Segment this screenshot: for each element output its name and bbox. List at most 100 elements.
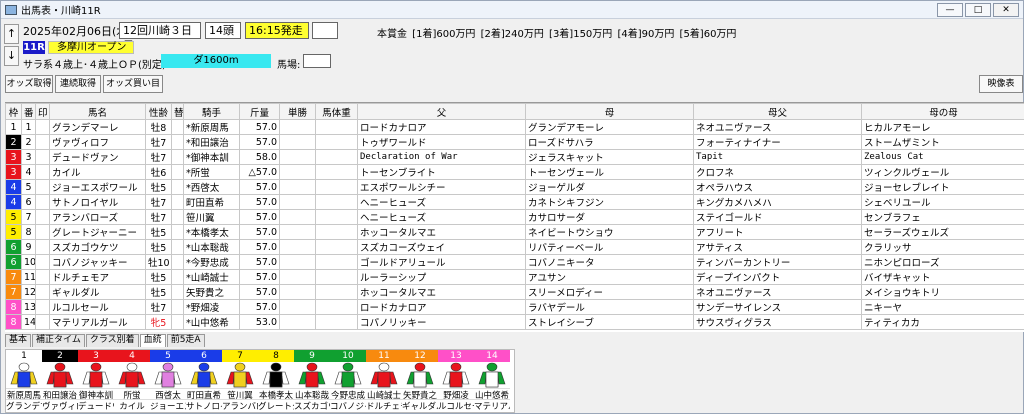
jockey-change [171,299,184,315]
race-card-table: 枠番印馬名 性齢替騎手 斤量 単勝 馬体重父母母父 母の母 1 1 グランデマーレ 牡8 *新原周… [5,102,1024,332]
prev-race-arrow-icon[interactable]: ↑ [4,24,19,44]
horse-number: 2 [21,134,36,150]
column-header[interactable]: 番 [21,103,36,120]
minimize-button[interactable]: — [937,3,963,17]
silk-column[interactable]: 5 西啓太ジョーエス [150,350,186,412]
table-row[interactable]: 3 4 カイル 牡6 *所蛍 △57.0 トーセンブライト トーセンヴェール クロフネ ツィンクル… [5,164,1024,180]
mark-cell [35,254,50,270]
jockey-change [171,314,184,330]
tab-2[interactable]: クラス別着 [85,334,139,347]
horse-name: ジョーエスポワール [49,179,146,195]
table-row[interactable]: 3 3 デュードヴァン 牡7 *御神本訓 58.0 Declaration of War ジェ… [5,149,1024,165]
table-row[interactable]: 4 6 サトノロイヤル 牡7 町田直希 57.0 ヘニーヒューズ カネトシキフジン キングカメハ… [5,194,1024,210]
tab-0[interactable]: 基本 [5,334,32,347]
dam-name: グランデアモーレ [525,119,694,135]
column-header[interactable]: 母 [525,103,694,120]
odds-bet-button[interactable]: オッズ買い目 [103,75,163,93]
horse-name: ルコルセール [49,299,146,315]
column-header[interactable]: 性齢 [145,103,172,120]
silk-column[interactable]: 12 矢野貴之ギャルダル [402,350,438,412]
carried-weight: 57.0 [239,134,280,150]
silk-column[interactable]: 8 本橋孝太グレートジ [258,350,294,412]
table-row[interactable]: 7 11 ドルチェモア 牡5 *山崎誠士 57.0 ルーラーシップ アユサン ディープインパクト… [5,269,1024,285]
odds-get-button[interactable]: オッズ取得 [5,75,53,93]
damsire-name: アサティス [693,239,862,255]
column-header[interactable]: 馬体重 [315,103,358,120]
table-row[interactable]: 8 14 マテリアルガール 牝5 *山中悠希 53.0 コパノリッキー ストレイシーブ サウスヴ… [5,314,1024,330]
table-row[interactable]: 6 10 コバノジャッキー 牡10 *今野忠成 57.0 ゴールドアリュール コバノニキータテ… [5,254,1024,270]
horse-name: スズカゴウケツ [49,239,146,255]
sex-age: 牡6 [145,164,172,180]
column-header[interactable]: 母の母 [861,103,1024,120]
sex-age: 牡7 [145,134,172,150]
silk-column[interactable]: 2 和田譲治ヴァヴィロ [42,350,78,412]
silk-column[interactable]: 11 山崎誠士ドルチェモ [366,350,402,412]
table-row[interactable]: 5 8 グレートジャーニー 牡5 *本橋孝太 57.0 ホッコータルマエ ネイビートウショウア… [5,224,1024,240]
column-header[interactable]: 騎手 [183,103,240,120]
body-weight [315,194,358,210]
mark-cell [35,284,50,300]
waku-cell: 7 [5,284,22,300]
waku-cell: 4 [5,194,22,210]
jockey-silk-icon [366,362,402,388]
column-header[interactable]: 母父 [693,103,862,120]
silk-column[interactable]: 14 山中悠希マテリアル [474,350,510,412]
silk-horse-name: スズカゴウ [294,399,330,410]
table-row[interactable]: 2 2 ヴァヴィロフ 牡7 *和田譲治 57.0 トゥザワールド ローズドサハラ フォーティナイ… [5,134,1024,150]
silk-jockey-name: 矢野貴之 [402,388,438,399]
silk-column[interactable]: 1 新原周馬グランデマ [6,350,42,412]
silk-column[interactable]: 13 野畑凌ルコルセー [438,350,474,412]
silk-column[interactable]: 3 御神本訓デュードヴ [78,350,114,412]
sire-name: Declaration of War [357,149,526,165]
table-row[interactable]: 5 7 アランバローズ 牡7 笹川翼 57.0 ヘニーヒューズ カサロサーダ ステイゴールド セン… [5,209,1024,225]
jockey-name: 笹川翼 [183,209,240,225]
maximize-button[interactable]: □ [965,3,991,17]
tab-4[interactable]: 前5走A [166,334,205,347]
sire-name: コパノリッキー [357,314,526,330]
waku-cell: 8 [5,299,22,315]
horse-name: コバノジャッキー [49,254,146,270]
jockey-silk-icon [114,362,150,388]
mark-cell [35,149,50,165]
tab-3[interactable]: 血統 [139,334,166,347]
column-header[interactable]: 父 [357,103,526,120]
silk-number: 2 [42,350,78,362]
column-header[interactable]: 枠 [5,103,22,120]
silk-column[interactable]: 6 町田直希サトノロイ [186,350,222,412]
close-button[interactable]: ✕ [993,3,1019,17]
dam-name: カネトシキフジン [525,194,694,210]
tab-1[interactable]: 補正タイム [32,334,85,347]
silk-column[interactable]: 7 笹川翼アランバロ [222,350,258,412]
column-header[interactable]: 斤量 [239,103,280,120]
silk-column[interactable]: 4 所蛍 カイル [114,350,150,412]
silk-column[interactable]: 9 山本聡哉スズカゴウ [294,350,330,412]
table-row[interactable]: 4 5 ジョーエスポワール 牡5 *西啓太 57.0 エスポワールシチー ジョーゲルダ オペラハ… [5,179,1024,195]
silk-column[interactable]: 10 今野忠成コバノジャ [330,350,366,412]
column-header[interactable]: 替 [171,103,184,120]
video-button[interactable]: 映像表 [979,75,1023,93]
carried-weight: 58.0 [239,149,280,165]
table-row[interactable]: 6 9 スズカゴウケツ 牡5 *山本聡哉 57.0 スズカコーズウェイ リバティーベール アサテ… [5,239,1024,255]
jockey-change [171,194,184,210]
column-header[interactable]: 馬名 [49,103,146,120]
carried-weight: 57.0 [239,239,280,255]
jockey-name: *新原周馬 [183,119,240,135]
table-row[interactable]: 1 1 グランデマーレ 牡8 *新原周馬 57.0 ロードカナロア グランデアモーレ ネオユニヴ… [5,119,1024,135]
damdam-name: Zealous Cat [861,149,1024,165]
horse-name: アランバローズ [49,209,146,225]
race-card-window: 出馬表・川崎11R — □ ✕ ↑ ↓ 2025年02月06日(木) 12回川崎… [0,0,1024,414]
win-odds [279,254,316,270]
win-odds [279,164,316,180]
silk-jockey-name: 山本聡哉 [294,388,330,399]
column-header[interactable]: 印 [35,103,50,120]
table-row[interactable]: 7 12 ギャルダル 牡5 矢野貴之 57.0 ホッコータルマエ スリーメロディー ネオユニヴァ… [5,284,1024,300]
column-header[interactable]: 単勝 [279,103,316,120]
jockey-name: *山本聡哉 [183,239,240,255]
silk-jockey-name: 新原周馬 [6,388,42,399]
table-row[interactable]: 8 13 ルコルセール 牡7 *野畑凌 57.0 ロードカナロア ラバヤデール サンデーサイレン… [5,299,1024,315]
jockey-silk-icon [474,362,510,388]
next-race-arrow-icon[interactable]: ↓ [4,46,19,66]
carried-weight: 57.0 [239,284,280,300]
silk-jockey-name: 野畑凌 [438,388,474,399]
continuous-get-button[interactable]: 連続取得 [55,75,101,93]
